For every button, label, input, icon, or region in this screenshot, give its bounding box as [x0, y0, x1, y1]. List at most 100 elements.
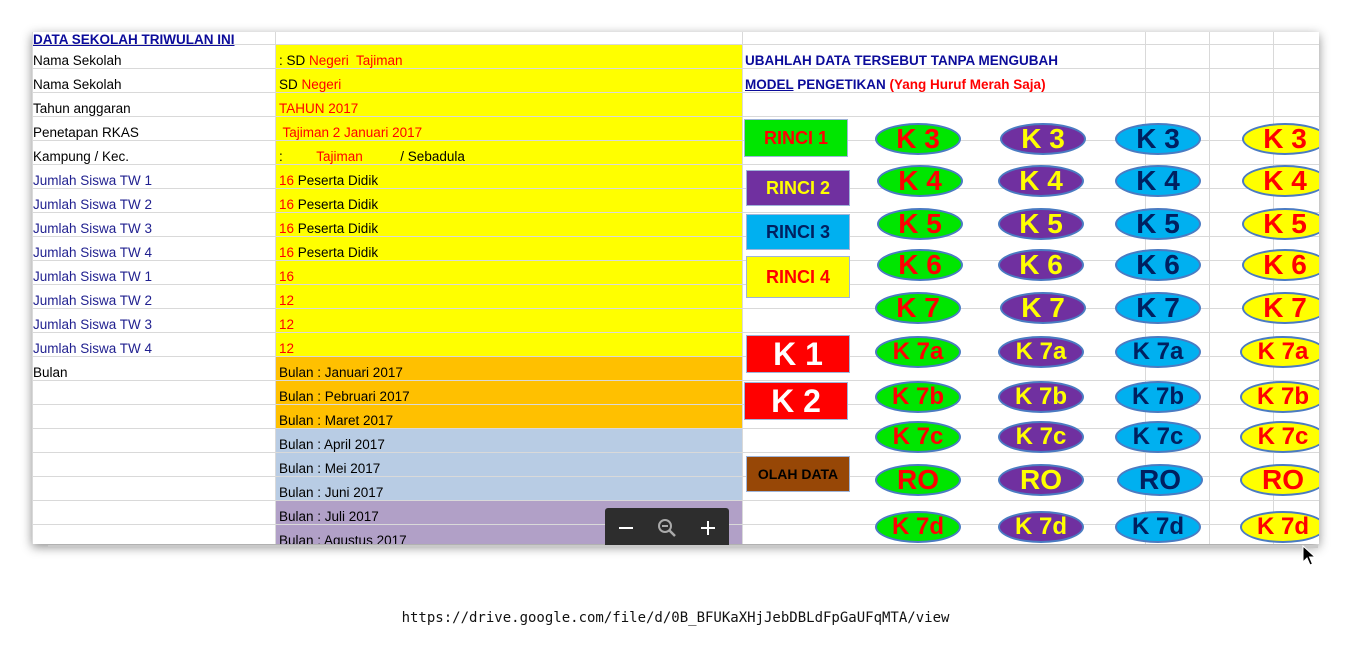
oval-button-k4-purple[interactable]: K 4	[998, 165, 1084, 197]
oval-button-k7b-purple[interactable]: K 7b	[998, 381, 1084, 413]
value-segment: / Sebadula	[362, 149, 465, 164]
row-label: Jumlah Siswa TW 1	[33, 173, 153, 188]
row-value[interactable]: Bulan : Juni 2017	[279, 481, 383, 505]
grid-row-line	[32, 284, 1319, 285]
grid-col-line	[275, 32, 276, 544]
row-value[interactable]: Bulan : Pebruari 2017	[279, 385, 410, 409]
oval-button-k7-purple[interactable]: K 7	[1000, 292, 1086, 324]
oval-button-ro-cyan[interactable]: RO	[1117, 464, 1203, 496]
oval-button-k7c-yellow[interactable]: K 7c	[1240, 421, 1319, 453]
zoom-reset-icon[interactable]	[652, 513, 682, 543]
oval-button-ro-green[interactable]: RO	[875, 464, 961, 496]
value-segment: Bulan : Juni 2017	[279, 485, 384, 500]
oval-button-k5-purple[interactable]: K 5	[998, 208, 1084, 240]
oval-button-k3-yellow[interactable]: K 3	[1242, 123, 1319, 155]
oval-button-ro-purple[interactable]: RO	[998, 464, 1084, 496]
oval-button-k4-yellow[interactable]: K 4	[1242, 165, 1319, 197]
value-segment: TAHUN 2017	[279, 101, 359, 116]
instruction-line-1: UBAHLAH DATA TERSEBUT TANPA MENGUBAH	[745, 53, 1058, 68]
row-value[interactable]: 16 Peserta Didik	[279, 169, 378, 193]
zoom-in-icon[interactable]	[693, 513, 723, 543]
oval-button-k7c-purple[interactable]: K 7c	[998, 421, 1084, 453]
oval-button-k7c-green[interactable]: K 7c	[875, 421, 961, 453]
grid-row-line	[32, 164, 1319, 165]
grid-row-line	[32, 236, 1319, 237]
oval-button-k7d-purple[interactable]: K 7d	[998, 511, 1084, 543]
oval-button-k6-yellow[interactable]: K 6	[1242, 249, 1319, 281]
row-value[interactable]: 16	[279, 265, 294, 289]
oval-button-k5-yellow[interactable]: K 5	[1242, 208, 1319, 240]
row-label: Jumlah Siswa TW 4	[33, 245, 153, 260]
oval-button-k4-green[interactable]: K 4	[877, 165, 963, 197]
row-label: Nama Sekolah	[33, 53, 122, 68]
oval-button-k6-green[interactable]: K 6	[877, 249, 963, 281]
row-value[interactable]: SD Negeri	[279, 73, 341, 97]
oval-button-k7b-yellow[interactable]: K 7b	[1240, 381, 1319, 413]
value-segment: 16	[279, 197, 295, 212]
k2-button[interactable]: K 2	[744, 382, 848, 420]
oval-button-k3-cyan[interactable]: K 3	[1115, 123, 1201, 155]
oval-button-k7d-cyan[interactable]: K 7d	[1115, 511, 1201, 543]
row-value[interactable]: 16 Peserta Didik	[279, 193, 378, 217]
row-value[interactable]: 12	[279, 289, 294, 313]
oval-button-k4-cyan[interactable]: K 4	[1115, 165, 1201, 197]
oval-button-k7-yellow[interactable]: K 7	[1242, 292, 1319, 324]
value-segment: Bulan : Agustus 2017	[279, 533, 407, 544]
row-value[interactable]: Bulan : Maret 2017	[279, 409, 393, 433]
value-segment: 12	[279, 293, 295, 308]
grid-row-line	[32, 68, 1319, 69]
value-segment: 12	[279, 317, 295, 332]
oval-button-k7d-yellow[interactable]: K 7d	[1240, 511, 1319, 543]
oval-button-k6-cyan[interactable]: K 6	[1115, 249, 1201, 281]
instruction-red: (Yang Huruf Merah Saja)	[889, 77, 1046, 92]
spreadsheet-view: DATA SEKOLAH TRIWULAN INI Nama Sekolah: …	[32, 32, 1319, 544]
row-value[interactable]: 12	[279, 337, 294, 361]
oval-button-k7c-cyan[interactable]: K 7c	[1115, 421, 1201, 453]
rinci-2-button[interactable]: RINCI 2	[746, 170, 850, 206]
k1-button[interactable]: K 1	[746, 335, 850, 373]
zoom-out-icon[interactable]	[611, 513, 641, 543]
oval-button-k7b-cyan[interactable]: K 7b	[1115, 381, 1201, 413]
row-label: Penetapan RKAS	[33, 125, 139, 140]
row-value[interactable]: Bulan : Mei 2017	[279, 457, 380, 481]
row-value[interactable]: Bulan : Januari 2017	[279, 361, 403, 385]
oval-button-k7a-purple[interactable]: K 7a	[998, 336, 1084, 368]
row-label: Jumlah Siswa TW 1	[33, 269, 153, 284]
oval-button-k3-purple[interactable]: K 3	[1000, 123, 1086, 155]
row-value[interactable]: Bulan : April 2017	[279, 433, 385, 457]
oval-button-k7a-green[interactable]: K 7a	[875, 336, 961, 368]
file-url: https://drive.google.com/file/d/0B_BFUKa…	[401, 610, 950, 626]
row-value[interactable]: Bulan : Agustus 2017	[279, 529, 407, 544]
row-label: Tahun anggaran	[33, 101, 131, 116]
oval-button-ro-yellow[interactable]: RO	[1240, 464, 1319, 496]
row-value[interactable]: : Tajiman / Sebadula	[279, 145, 465, 169]
row-value[interactable]: : SD Negeri Tajiman	[279, 49, 403, 73]
value-segment: :	[279, 149, 317, 164]
oval-button-k7a-yellow[interactable]: K 7a	[1240, 336, 1319, 368]
row-value[interactable]: 16 Peserta Didik	[279, 241, 378, 265]
olah-data-button[interactable]: OLAH DATA	[746, 456, 850, 492]
oval-button-k7d-green[interactable]: K 7d	[875, 511, 961, 543]
value-segment: Peserta Didik	[294, 197, 379, 212]
rinci-3-button[interactable]: RINCI 3	[746, 214, 850, 250]
row-value[interactable]: 16 Peserta Didik	[279, 217, 378, 241]
rinci-4-button[interactable]: RINCI 4	[746, 256, 850, 298]
oval-button-k5-cyan[interactable]: K 5	[1115, 208, 1201, 240]
oval-button-k7a-cyan[interactable]: K 7a	[1115, 336, 1201, 368]
row-value[interactable]: TAHUN 2017	[279, 97, 358, 121]
oval-button-k7b-green[interactable]: K 7b	[875, 381, 961, 413]
row-value[interactable]: Tajiman 2 Januari 2017	[279, 121, 423, 145]
horizontal-scrollbar[interactable]	[48, 545, 1318, 548]
oval-button-k6-purple[interactable]: K 6	[998, 249, 1084, 281]
oval-button-k5-green[interactable]: K 5	[877, 208, 963, 240]
rinci-1-button[interactable]: RINCI 1	[744, 119, 848, 157]
oval-button-k7-cyan[interactable]: K 7	[1115, 292, 1201, 324]
value-segment: SD	[279, 77, 302, 92]
oval-button-k3-green[interactable]: K 3	[875, 123, 961, 155]
value-segment: Bulan : Pebruari 2017	[279, 389, 410, 404]
value-segment: 12	[279, 341, 295, 356]
row-value[interactable]: Bulan : Juli 2017	[279, 505, 379, 529]
grid-row-line	[32, 380, 1319, 381]
row-value[interactable]: 12	[279, 313, 294, 337]
oval-button-k7-green[interactable]: K 7	[875, 292, 961, 324]
